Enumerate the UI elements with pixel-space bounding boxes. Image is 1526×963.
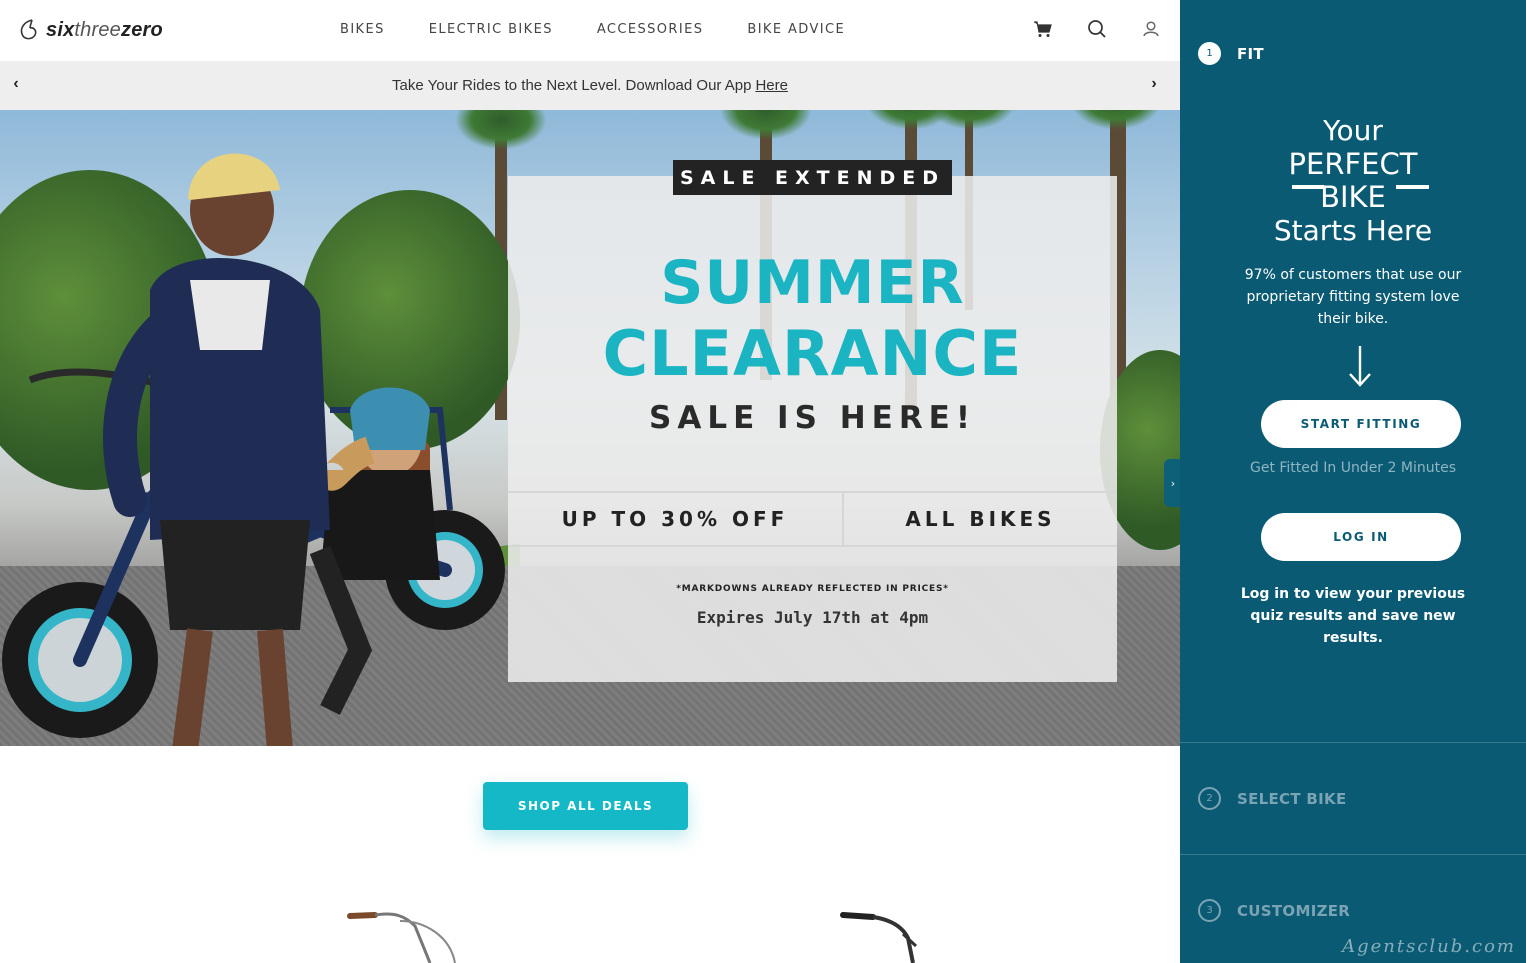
heading-bike: BIKE — [1320, 180, 1386, 214]
heading-your: Your — [1323, 114, 1383, 147]
watermark: Agentsclub.com — [1342, 936, 1516, 957]
nav-bikes[interactable]: BIKES — [340, 22, 385, 37]
fit-panel: 1 FIT Your PERFECT BIKE Starts Here 97% … — [1180, 0, 1526, 963]
start-fitting-button[interactable]: START FITTING — [1261, 400, 1461, 448]
brand-logo[interactable]: sixthreezero — [18, 18, 163, 42]
announcement-text: Take Your Rides to the Next Level. Downl… — [392, 77, 752, 94]
chevron-right-icon: › — [1170, 476, 1176, 490]
divider — [1180, 854, 1526, 855]
nav-electric-bikes[interactable]: ELECTRIC BIKES — [429, 22, 553, 37]
account-icon[interactable] — [1140, 18, 1162, 40]
announcement-bar: ‹ Take Your Rides to the Next Level. Dow… — [0, 61, 1180, 110]
riders-illustration — [2, 153, 505, 746]
brand-zero: zero — [121, 18, 163, 41]
step-number: 3 — [1198, 899, 1221, 922]
log-in-button[interactable]: LOG IN — [1261, 513, 1461, 561]
heading-starts-here: Starts Here — [1273, 214, 1433, 247]
announcement-link[interactable]: Here — [755, 77, 788, 94]
step-label: FIT — [1237, 44, 1264, 63]
sale-card — [508, 176, 1117, 682]
divider — [1180, 742, 1526, 743]
shop-all-deals-button[interactable]: SHOP ALL DEALS — [483, 782, 688, 830]
logo-icon — [20, 19, 37, 40]
nav-bike-advice[interactable]: BIKE ADVICE — [747, 22, 845, 37]
step-label: CUSTOMIZER — [1237, 901, 1351, 920]
step-label: SELECT BIKE — [1237, 789, 1347, 808]
page: sixthreezero BIKES ELECTRIC BIKES ACCESS… — [0, 0, 1526, 963]
step-number: 1 — [1198, 42, 1221, 65]
step-select-bike[interactable]: 2 SELECT BIKE — [1198, 787, 1347, 810]
main-nav: BIKES ELECTRIC BIKES ACCESSORIES BIKE AD… — [340, 22, 889, 37]
cart-icon[interactable] — [1032, 18, 1054, 40]
brand-wordmark: sixthreezero — [46, 19, 163, 42]
hero-banner[interactable] — [0, 110, 1180, 746]
heading-perfect: PERFECT — [1288, 147, 1418, 181]
step-number: 2 — [1198, 787, 1221, 810]
brand-three: three — [74, 18, 121, 41]
arrow-down-icon — [1349, 346, 1371, 387]
nav-accessories[interactable]: ACCESSORIES — [597, 22, 704, 37]
brand-six: six — [46, 18, 75, 41]
fit-intro-text: 97% of customers that use our proprietar… — [1244, 267, 1462, 327]
bike-thumbnail[interactable] — [345, 906, 475, 963]
header-icons — [1032, 18, 1162, 40]
chevron-right-icon[interactable]: › — [1144, 74, 1164, 94]
search-icon[interactable] — [1086, 18, 1108, 40]
step-fit[interactable]: 1 FIT — [1198, 42, 1264, 65]
log-in-note: Log in to view your previous quiz result… — [1240, 586, 1466, 646]
site-header: sixthreezero BIKES ELECTRIC BIKES ACCESS… — [0, 0, 1180, 61]
start-fitting-subtext: Get Fitted In Under 2 Minutes — [1249, 460, 1456, 476]
chevron-left-icon[interactable]: ‹ — [6, 74, 26, 94]
bike-thumbnail[interactable] — [838, 906, 968, 963]
step-customizer[interactable]: 3 CUSTOMIZER — [1198, 899, 1350, 922]
